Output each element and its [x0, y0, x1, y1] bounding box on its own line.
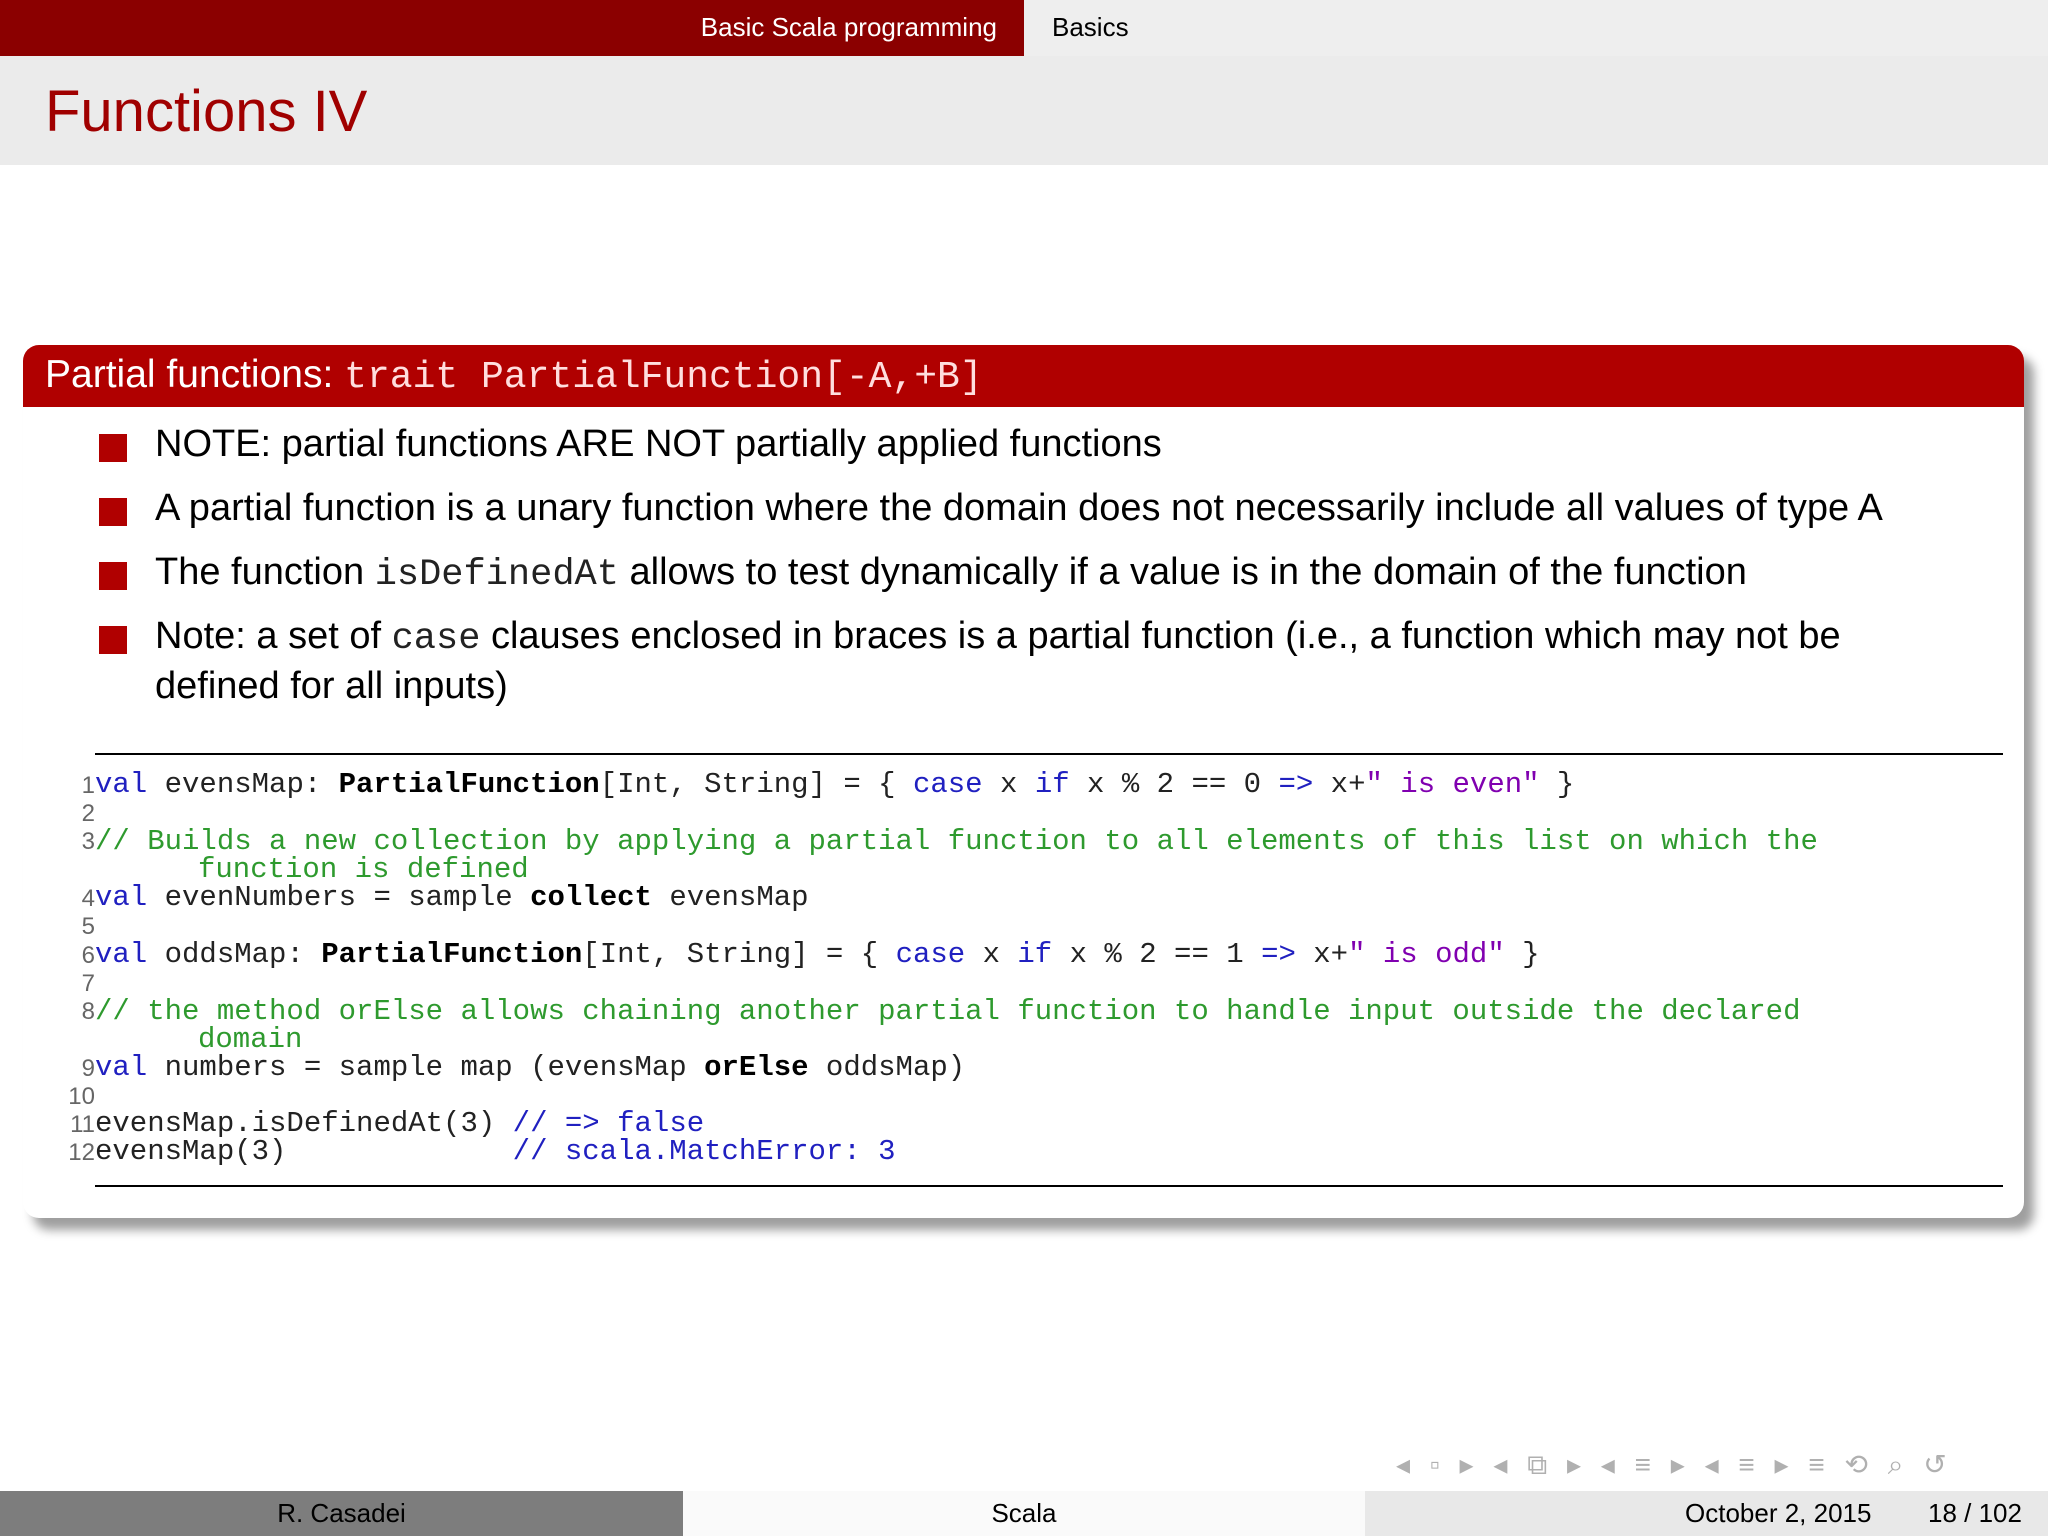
- bullet-text-part: Note: a set of: [155, 615, 392, 657]
- content-block: Partial functions: trait PartialFunction…: [23, 345, 2024, 1218]
- footer: R. Casadei Scala October 2, 2015 18 / 10…: [0, 1491, 2048, 1536]
- line-number: 7: [81, 970, 95, 997]
- line-number: 2: [81, 800, 95, 827]
- bullet-text: Note: a set of case clauses enclosed in …: [155, 613, 2048, 710]
- code-line: val oddsMap: PartialFunction[Int, String…: [95, 938, 1540, 971]
- code-bottom-rule: [95, 1185, 2003, 1187]
- inline-code: case: [391, 618, 481, 660]
- line-number: 9: [81, 1055, 95, 1082]
- block-title-text: Partial functions:: [45, 353, 345, 396]
- block-header: Partial functions: trait PartialFunction…: [23, 345, 2024, 407]
- nav-subsection-link[interactable]: Basics: [1024, 0, 2048, 56]
- line-number: 8: [81, 998, 95, 1025]
- bullet-square-icon: [99, 498, 127, 526]
- footer-page-number: 18 / 102: [1928, 1498, 2022, 1528]
- line-number: 3: [81, 828, 95, 855]
- beamer-navigation-icons[interactable]: ◂ ▫ ▸ ◂ ⧉ ▸ ◂ ≡ ▸ ◂ ≡ ▸ ≡ ⟲ ⌕ ↺: [1396, 1448, 1953, 1484]
- bullet-text-part: allows to test dynamically if a value is…: [618, 551, 1747, 593]
- block-title: Partial functions: trait PartialFunction…: [45, 353, 983, 399]
- nav-subsection-label: Basics: [1052, 12, 1129, 42]
- inline-code: isDefinedAt: [374, 554, 619, 596]
- code-line: val numbers = sample map (evensMap orEls…: [95, 1051, 966, 1084]
- code-line: val evensMap: PartialFunction[Int, Strin…: [95, 768, 1575, 801]
- line-number: 6: [81, 942, 95, 969]
- bullet-text: The function isDefinedAt allows to test …: [155, 549, 2048, 599]
- bullet-text: NOTE: partial functions ARE NOT partiall…: [155, 423, 1162, 465]
- line-number: 10: [68, 1083, 95, 1110]
- bullet-text-part: clauses enclosed in braces is a partial …: [480, 615, 1841, 657]
- footer-right: October 2, 2015 18 / 102: [1365, 1491, 2048, 1536]
- code-top-rule: [95, 753, 2003, 755]
- footer-author: R. Casadei: [0, 1491, 683, 1536]
- page-title: Functions IV: [45, 79, 368, 144]
- bullet-text-part: defined for all inputs): [155, 665, 508, 707]
- bullet-text: A partial function is a unary function w…: [155, 487, 1883, 529]
- line-number: 5: [81, 913, 95, 940]
- footer-date: October 2, 2015: [1685, 1498, 1872, 1528]
- code-comment: // the method orElse allows chaining ano…: [95, 995, 1801, 1028]
- line-number: 4: [81, 885, 95, 912]
- title-bar: Functions IV: [0, 56, 2048, 165]
- footer-title: Scala: [683, 1491, 1365, 1536]
- nav-section-link[interactable]: Basic Scala programming: [0, 0, 1024, 56]
- line-number: 12: [68, 1139, 95, 1166]
- bullet-square-icon: [99, 562, 127, 590]
- bullet-square-icon: [99, 626, 127, 654]
- code-line: evensMap(3) // scala.MatchError: 3: [95, 1135, 896, 1168]
- bullet-square-icon: [99, 434, 127, 462]
- block-title-code: trait PartialFunction[-A,+B]: [344, 356, 983, 399]
- line-number: 11: [70, 1111, 95, 1138]
- line-number: 1: [81, 772, 95, 799]
- code-line: val evenNumbers = sample collect evensMa…: [95, 881, 809, 914]
- bullet-text-part: The function: [155, 551, 375, 593]
- header-navigation: Basic Scala programming Basics: [0, 0, 2048, 56]
- nav-section-label: Basic Scala programming: [700, 12, 997, 42]
